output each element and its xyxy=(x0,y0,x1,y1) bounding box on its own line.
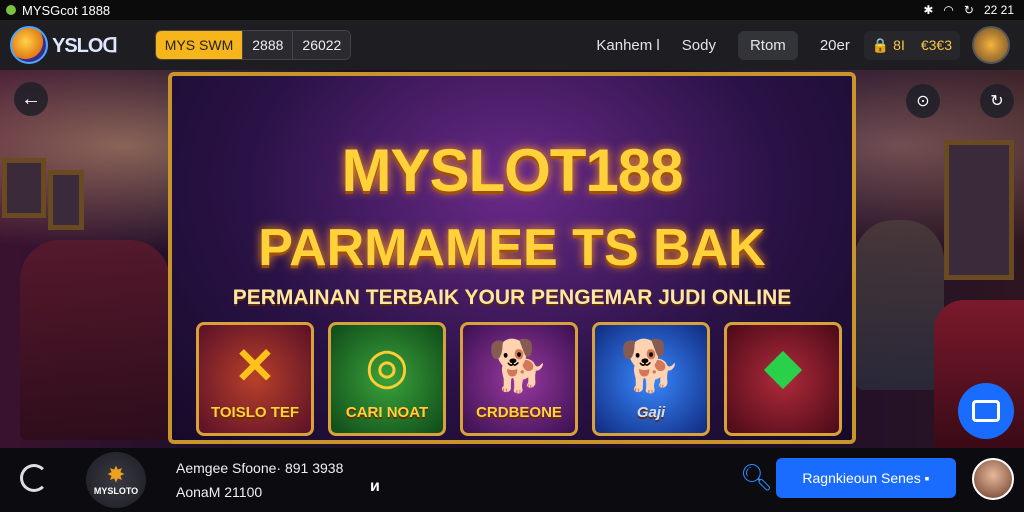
reload-icon[interactable] xyxy=(20,464,48,492)
game-tile-3[interactable]: 🐕 CRDBEONE xyxy=(460,322,578,436)
banner-subtitle: PARMAMEE TS BAK xyxy=(258,219,766,277)
screen-icon xyxy=(972,400,1000,422)
promo-banner[interactable]: MYSLOT188 PARMAMEE TS BAK PERMAINAN TERB… xyxy=(168,72,856,444)
logo-mark-icon xyxy=(10,26,48,64)
game-tile-2[interactable]: ◎ CARI NOAT xyxy=(328,322,446,436)
footer-line-2: AonaM 21100 xyxy=(176,484,263,500)
bottom-bar: ✸ MYSLOTO Aemgee Sfoone· 891 3938 AonaM … xyxy=(0,448,1024,512)
profile-avatar[interactable] xyxy=(972,458,1014,500)
status-time: 22 21 xyxy=(983,3,1014,17)
flame-icon: ✸ xyxy=(106,462,126,487)
wall-painting-left xyxy=(2,158,46,218)
main-nav: Kanhem l Sody Rtom 20er xyxy=(596,30,850,60)
nav-item-1[interactable]: Kanhem l xyxy=(596,37,659,54)
close-icon[interactable]: ᴎ xyxy=(370,478,380,496)
nav-item-2[interactable]: Sody xyxy=(682,37,716,54)
wallet-lock[interactable]: 🔒 8I xyxy=(864,31,913,60)
footer-logo-name: MYSLOTO xyxy=(93,486,139,496)
balance-pills: MYS SWM 2888 26022 xyxy=(154,30,352,60)
gem-icon: ◆ xyxy=(763,338,803,394)
search-icon[interactable]: 🔍︎ xyxy=(740,462,773,493)
game-tile-1[interactable]: ✕ TOISLO TEF xyxy=(196,322,314,436)
game-tile-label: TOISLO TEF xyxy=(210,404,300,421)
seated-person xyxy=(854,220,944,390)
game-tile-label: Gaji xyxy=(636,404,666,421)
status-right: ✱ ◠ ↻ 22 21 xyxy=(923,3,1024,17)
game-tile-label: CARI NOAT xyxy=(345,404,429,421)
search-circle-icon[interactable]: ⊙ xyxy=(906,84,940,118)
register-button[interactable]: Ragnkieoun Senes ▪ xyxy=(776,458,956,498)
x-icon: ✕ xyxy=(234,338,276,394)
logo-text: YSLOᗡ xyxy=(52,34,118,57)
footer-line-1: Aemgee Sfoone· 891 3938 xyxy=(176,460,344,476)
wallet-box: 🔒 8I €3€3 xyxy=(863,30,960,60)
coin-icon: ◎ xyxy=(365,338,409,394)
pill-primary[interactable]: MYS SWM xyxy=(155,31,243,59)
sync-icon: ↻ xyxy=(963,3,974,17)
pill-tertiary[interactable]: 26022 xyxy=(292,31,351,59)
user-avatar[interactable] xyxy=(972,26,1010,64)
wall-painting-right xyxy=(944,140,1014,280)
pill-secondary[interactable]: 2888 xyxy=(242,31,293,59)
nav-item-4[interactable]: 20er xyxy=(820,37,850,54)
wifi-icon: ◠ xyxy=(943,3,954,17)
shiba-icon: 🐕 xyxy=(619,338,683,394)
game-tile-4[interactable]: 🐕 Gaji xyxy=(592,322,710,436)
game-tiles: ✕ TOISLO TEF ◎ CARI NOAT 🐕 CRDBEONE 🐕 Ga… xyxy=(196,322,842,436)
bluetooth-icon: ✱ xyxy=(923,3,934,17)
floating-action-button[interactable] xyxy=(958,383,1014,439)
wall-painting-left-2 xyxy=(48,170,84,230)
top-nav-bar: YSLOᗡ MYS SWM 2888 26022 Kanhem l Sody R… xyxy=(0,20,1024,70)
banner-title: MYSLOT188 xyxy=(341,137,683,204)
app-status-icon xyxy=(6,5,16,15)
banner-tagline: PERMAINAN TERBAIK YOUR PENGEMAR JUDI ONL… xyxy=(232,286,792,309)
refresh-circle-icon[interactable]: ↻ xyxy=(980,84,1014,118)
footer-logo[interactable]: ✸ MYSLOTO xyxy=(86,452,146,508)
status-app-name: MYSGcot 1888 xyxy=(22,2,111,18)
game-tile-label: CRDBEONE xyxy=(476,404,562,421)
game-tile-5[interactable]: ◆ xyxy=(724,322,842,436)
nav-item-room[interactable]: Rtom xyxy=(737,30,798,60)
armchair xyxy=(20,240,170,440)
app-logo[interactable]: YSLOᗡ xyxy=(10,26,118,64)
back-button[interactable]: ← xyxy=(14,82,48,116)
shiba-icon: 🐕 xyxy=(487,338,551,394)
wallet-coins[interactable]: €3€3 xyxy=(913,31,960,60)
status-bar: MYSGcot 1888 ✱ ◠ ↻ 22 21 xyxy=(0,0,1024,20)
